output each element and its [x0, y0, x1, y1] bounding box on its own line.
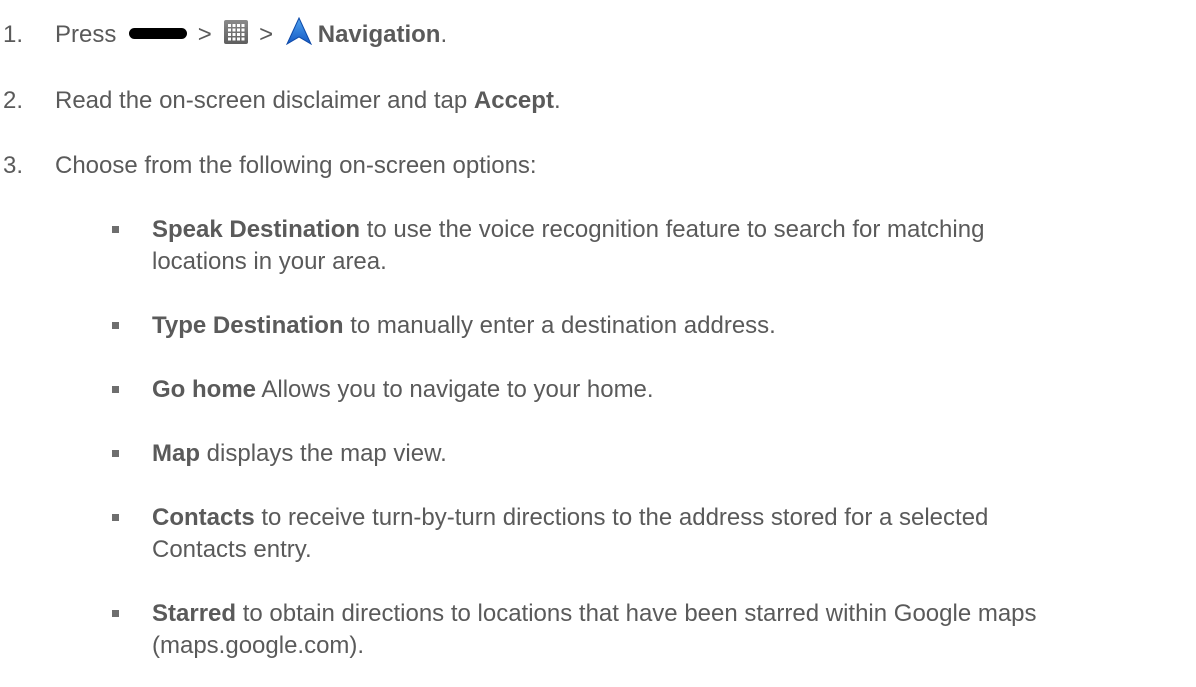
bullet-icon: [112, 226, 119, 233]
option-title: Speak Destination: [152, 216, 361, 243]
option-text: Starred to obtain directions to location…: [152, 600, 1037, 628]
bullet-icon: [112, 514, 119, 521]
navigation-arrow-icon: [285, 16, 312, 45]
press-label: Press: [55, 21, 117, 48]
option-title: Starred: [152, 600, 237, 627]
option-desc-cont: Contacts entry.: [152, 536, 312, 563]
option-text: Go home Allows you to navigate to your h…: [152, 376, 654, 404]
separator: >: [197, 21, 212, 48]
bullet-icon: [112, 322, 119, 329]
accept-label: Accept: [473, 87, 554, 114]
option-desc-cont: locations in your area.: [152, 248, 387, 275]
step-number: 1.: [3, 21, 24, 48]
separator: >: [259, 21, 274, 48]
apps-grid-icon: [224, 19, 249, 44]
option-desc: displays the map view.: [200, 440, 447, 467]
navigation-label: Navigation: [317, 21, 441, 48]
step-text: Choose from the following on-screen opti…: [55, 152, 537, 179]
option-text: Speak Destination to use the voice recog…: [152, 216, 984, 244]
option-desc: to obtain directions to locations that h…: [236, 600, 1037, 627]
bullet-icon: [112, 450, 119, 457]
bullet-icon: [112, 610, 119, 617]
option-title: Map: [152, 440, 200, 467]
step-number: 3.: [3, 152, 24, 179]
step-number: 2.: [3, 87, 24, 114]
option-text: Type Destination to manually enter a des…: [152, 312, 776, 340]
option-desc: Allows you to navigate to your home.: [256, 376, 654, 403]
step-text: Read the on-screen disclaimer and tap Ac…: [55, 87, 561, 115]
option-text: Map displays the map view.: [152, 440, 447, 468]
option-desc: to manually enter a destination address.: [343, 312, 776, 339]
option-title: Contacts: [152, 504, 255, 531]
step-text: Press > > Navigation.: [55, 16, 448, 50]
option-title: Go home: [152, 376, 257, 403]
option-desc: to use the voice recognition feature to …: [360, 216, 985, 243]
option-title: Type Destination: [152, 312, 344, 339]
home-key-icon: [129, 28, 188, 40]
option-text: Contacts to receive turn-by-turn directi…: [152, 504, 988, 532]
period: .: [553, 87, 561, 114]
period: .: [440, 21, 448, 48]
option-desc: to receive turn-by-turn directions to th…: [254, 504, 989, 531]
bullet-icon: [112, 386, 119, 393]
option-desc-cont: (maps.google.com).: [152, 632, 365, 659]
step-body: Read the on-screen disclaimer and tap: [55, 87, 474, 114]
